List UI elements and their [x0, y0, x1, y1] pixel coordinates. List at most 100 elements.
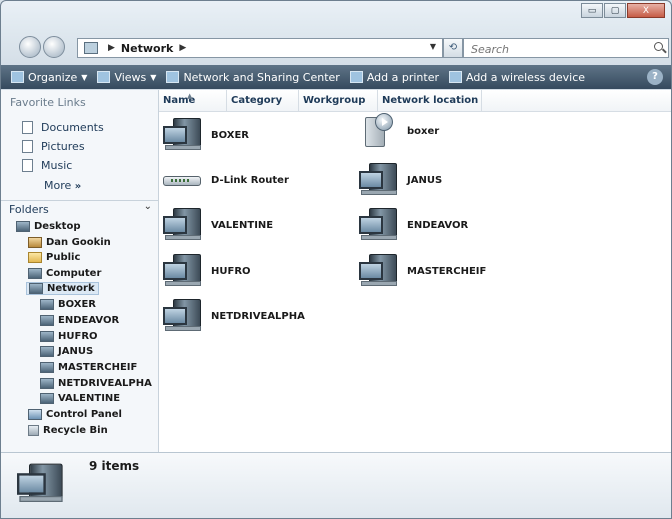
tree-label: Computer: [46, 268, 102, 279]
column-workgroup[interactable]: Workgroup: [299, 90, 378, 111]
column-network-location[interactable]: Network location: [378, 90, 482, 111]
printer-icon: [349, 71, 363, 83]
tree-control-panel[interactable]: Control Panel: [28, 409, 122, 420]
tree-label: NETDRIVEALPHA: [58, 378, 152, 389]
device-valentine[interactable]: VALENTINE: [163, 208, 273, 242]
column-headers: ▲ Name Category Workgroup Network locati…: [159, 90, 671, 112]
title-bar: ▭ ▢ X: [1, 1, 671, 29]
computer-icon: [28, 268, 42, 279]
window-controls: ▭ ▢ X: [580, 3, 665, 18]
add-wireless-button[interactable]: Add a wireless device: [448, 71, 585, 84]
device-label: BOXER: [211, 129, 250, 141]
tree-hufro[interactable]: HUFRO: [40, 331, 98, 342]
maximize-button[interactable]: ▢: [604, 3, 626, 18]
tree-label: Network: [47, 283, 95, 294]
tree-label: Control Panel: [46, 409, 122, 420]
help-button[interactable]: ?: [647, 69, 663, 85]
device-endeavor[interactable]: ENDEAVOR: [359, 208, 468, 242]
folder-icon: [28, 252, 42, 263]
chevron-down-icon[interactable]: ⌄: [144, 201, 152, 212]
tree-desktop[interactable]: Desktop: [16, 221, 81, 232]
search-input[interactable]: [469, 40, 643, 58]
device-label: D-Link Router: [211, 174, 289, 186]
wireless-icon: [448, 71, 462, 83]
tree-boxer[interactable]: BOXER: [40, 299, 96, 310]
breadcrumb-arrow-icon[interactable]: ▶: [179, 43, 186, 53]
tree-label: JANUS: [58, 346, 94, 357]
close-button[interactable]: X: [627, 3, 665, 18]
device-label: MASTERCHEIF: [407, 265, 487, 277]
refresh-button[interactable]: ⟲: [443, 38, 463, 58]
router-icon: [163, 170, 203, 190]
views-icon: [97, 71, 111, 83]
favorite-documents-label: Documents: [41, 121, 104, 134]
tree-label: Public: [46, 252, 81, 263]
breadcrumb-network[interactable]: Network: [121, 42, 173, 55]
device-boxer[interactable]: BOXER: [163, 118, 249, 152]
double-chevron-icon: »: [74, 181, 82, 192]
favorite-documents[interactable]: Documents: [22, 121, 104, 134]
organize-label: Organize: [28, 70, 78, 84]
more-label: More: [44, 179, 72, 192]
organize-button[interactable]: Organize ▼: [11, 71, 87, 84]
column-category[interactable]: Category: [227, 90, 299, 111]
tree-recycle-bin[interactable]: Recycle Bin: [28, 425, 108, 436]
chevron-down-icon[interactable]: ▼: [430, 42, 436, 51]
tree-computer[interactable]: Computer: [28, 268, 101, 279]
tree-label: Dan Gookin: [46, 237, 111, 248]
computer-icon: [40, 362, 54, 373]
device-hufro[interactable]: HUFRO: [163, 254, 251, 288]
breadcrumb-arrow-icon: ▶: [108, 43, 115, 53]
forward-button[interactable]: [43, 36, 65, 58]
navigation-row: ▶ Network ▶ ▼ ⟲: [1, 31, 671, 63]
recycle-bin-icon: [28, 425, 39, 436]
favorite-pictures-label: Pictures: [41, 140, 85, 153]
device-d-link-router[interactable]: D-Link Router: [163, 170, 289, 190]
music-icon: [22, 159, 33, 172]
more-link[interactable]: More »: [44, 179, 81, 192]
device-boxer-media[interactable]: boxer: [359, 113, 439, 149]
network-icon: [29, 283, 43, 294]
tree-janus[interactable]: JANUS: [40, 346, 93, 357]
device-label: NETDRIVEALPHA: [211, 310, 305, 322]
tree-dan-gookin[interactable]: Dan Gookin: [28, 237, 111, 248]
device-janus[interactable]: JANUS: [359, 163, 442, 197]
tree-netdrivealpha[interactable]: NETDRIVEALPHA: [40, 378, 152, 389]
explorer-window: ▭ ▢ X ▶ Network ▶ ▼ ⟲ Organize ▼ View: [0, 0, 672, 519]
desktop-icon: [16, 221, 30, 232]
folders-header[interactable]: Folders ⌄: [1, 200, 158, 217]
device-netdrivealpha[interactable]: NETDRIVEALPHA: [163, 299, 305, 333]
tree-network[interactable]: Network: [26, 282, 99, 295]
views-label: Views: [114, 70, 147, 84]
favorite-links-title: Favorite Links: [10, 96, 86, 109]
minimize-button[interactable]: ▭: [581, 3, 603, 18]
back-button[interactable]: [19, 36, 41, 58]
navigation-pane: Favorite Links Documents Pictures Music …: [1, 90, 159, 452]
documents-icon: [22, 121, 33, 134]
search-icon[interactable]: [654, 42, 663, 51]
computer-icon: [40, 346, 54, 357]
favorite-pictures[interactable]: Pictures: [22, 140, 85, 153]
tree-label: Recycle Bin: [43, 425, 108, 436]
views-button[interactable]: Views ▼: [97, 71, 156, 84]
address-bar[interactable]: ▶ Network ▶ ▼: [77, 38, 443, 58]
computer-icon: [359, 208, 399, 242]
tree-endeavor[interactable]: ENDEAVOR: [40, 315, 119, 326]
tree-public[interactable]: Public: [28, 252, 80, 263]
tree-mastercheif[interactable]: MASTERCHEIF: [40, 362, 137, 373]
search-box[interactable]: [463, 38, 669, 58]
device-mastercheif[interactable]: MASTERCHEIF: [359, 254, 486, 288]
column-name[interactable]: ▲ Name: [159, 90, 227, 111]
network-center-button[interactable]: Network and Sharing Center: [166, 71, 340, 84]
tree-valentine[interactable]: VALENTINE: [40, 393, 120, 404]
add-printer-button[interactable]: Add a printer: [349, 71, 439, 84]
device-label: HUFRO: [211, 265, 251, 277]
control-panel-icon: [28, 409, 42, 420]
column-category-label: Category: [231, 95, 283, 106]
computer-icon: [163, 208, 203, 242]
favorite-music-label: Music: [41, 159, 73, 172]
device-label: VALENTINE: [211, 219, 274, 231]
network-icon: [84, 42, 98, 54]
details-pane: 9 items: [1, 452, 671, 518]
favorite-music[interactable]: Music: [22, 159, 72, 172]
